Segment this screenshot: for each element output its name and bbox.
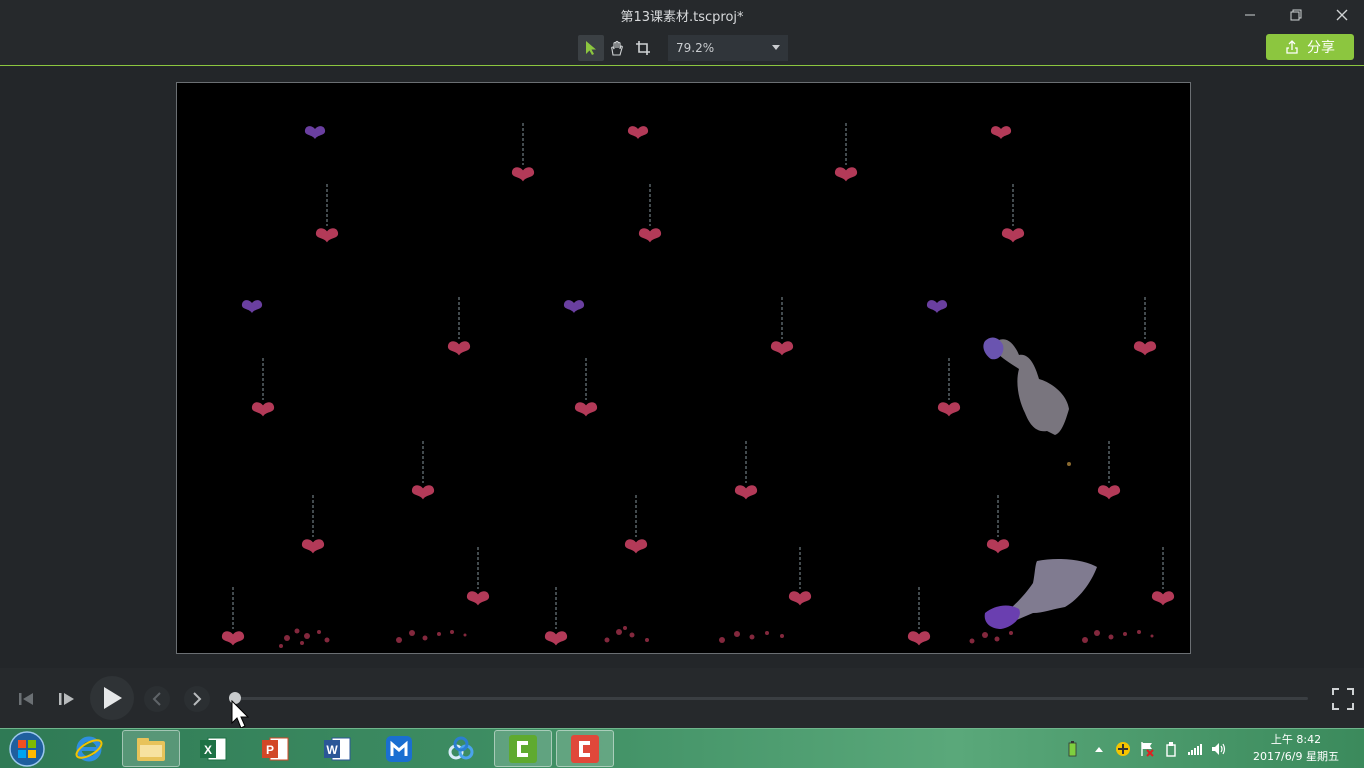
crop-icon: [636, 41, 650, 55]
close-icon: [1336, 9, 1348, 21]
mouse-cursor-icon: [231, 700, 250, 729]
minimize-icon: [1245, 14, 1255, 16]
zoom-dropdown[interactable]: 79.2%: [668, 35, 788, 61]
step-back-icon: [19, 693, 33, 705]
step-forward-button[interactable]: [54, 686, 80, 712]
camtasia-red-icon: [571, 734, 599, 763]
share-label: 分享: [1307, 40, 1335, 56]
maxthon-icon: [386, 735, 412, 762]
pan-hand-icon: [611, 40, 623, 56]
goldfish-lower: [984, 559, 1097, 629]
start-button[interactable]: [0, 730, 54, 767]
previous-marker-button[interactable]: [144, 686, 170, 712]
share-icon: [1286, 40, 1298, 54]
fullscreen-button[interactable]: [1330, 686, 1356, 712]
windows-taskbar: X P W 上午 8:42 2017/6/9 星期五: [0, 728, 1364, 768]
canvas-artwork: [177, 83, 1191, 648]
clock-time: 上午 8:42: [1270, 733, 1322, 746]
tray-volume[interactable]: [1210, 739, 1228, 759]
start-orb-icon: [9, 730, 45, 767]
next-marker-icon: [193, 692, 202, 706]
taskbar-camtasia-editor[interactable]: [556, 730, 614, 767]
tray-action-center[interactable]: [1138, 739, 1156, 759]
volume-icon: [1212, 743, 1226, 755]
svg-text:W: W: [326, 743, 338, 757]
restore-icon: [1290, 9, 1302, 21]
minimize-button[interactable]: [1230, 4, 1270, 26]
goldfish-upper: [983, 337, 1071, 466]
step-forward-icon: [59, 693, 74, 705]
taskbar-clock[interactable]: 上午 8:42 2017/6/9 星期五: [1240, 731, 1352, 765]
svg-text:X: X: [204, 743, 212, 757]
clock-date: 2017/6/9 星期五: [1253, 750, 1339, 763]
taskbar-baidu-cloud[interactable]: [432, 730, 490, 767]
chevron-down-icon: [772, 45, 780, 50]
play-button[interactable]: [90, 676, 134, 720]
share-button[interactable]: 分享: [1266, 34, 1354, 60]
video-canvas[interactable]: [176, 82, 1191, 654]
word-icon: W: [324, 737, 351, 760]
powerpoint-icon: P: [262, 737, 289, 760]
window-title: 第13课素材.tscproj*: [620, 10, 744, 25]
zoom-value: 79.2%: [676, 41, 715, 55]
svg-text:P: P: [266, 743, 274, 757]
internet-explorer-icon: [75, 736, 103, 761]
network-icon: [1188, 744, 1202, 755]
battery-icon: [1068, 741, 1077, 757]
timeline-scrubber[interactable]: [236, 697, 1308, 700]
taskbar-internet-explorer[interactable]: [60, 730, 118, 767]
pan-tool-button[interactable]: [604, 35, 630, 61]
canvas-tools: [578, 35, 656, 61]
taskbar-camtasia-recorder[interactable]: [494, 730, 552, 767]
taskbar-maxthon[interactable]: [370, 730, 428, 767]
fullscreen-icon: [1332, 688, 1354, 710]
tray-usb[interactable]: [1162, 739, 1180, 759]
title-bar: 第13课素材.tscproj* 79.2% 分享: [0, 0, 1364, 66]
tray-network[interactable]: [1186, 739, 1204, 759]
taskbar-file-explorer[interactable]: [122, 730, 180, 767]
tray-update[interactable]: [1114, 739, 1132, 759]
taskbar-excel[interactable]: X: [184, 730, 242, 767]
camtasia-green-icon: [509, 734, 537, 763]
play-icon: [104, 687, 122, 709]
flag-icon: [1141, 742, 1154, 757]
taskbar-powerpoint[interactable]: P: [246, 730, 304, 767]
tray-battery[interactable]: [1064, 739, 1080, 759]
tray-show-hidden[interactable]: [1092, 739, 1106, 759]
next-marker-button[interactable]: [184, 686, 210, 712]
previous-marker-icon: [152, 692, 161, 706]
excel-icon: X: [200, 737, 227, 760]
crop-tool-button[interactable]: [630, 35, 656, 61]
show-hidden-icon: [1095, 747, 1103, 752]
update-icon: [1116, 742, 1130, 756]
usb-icon: [1166, 742, 1176, 757]
step-back-button[interactable]: [14, 686, 40, 712]
close-button[interactable]: [1322, 4, 1362, 26]
petal-clusters: [279, 626, 1154, 648]
select-arrow-icon: [586, 41, 596, 55]
baidu-cloud-icon: [448, 736, 474, 759]
taskbar-word[interactable]: W: [308, 730, 366, 767]
select-tool-button[interactable]: [578, 35, 604, 61]
file-explorer-icon: [137, 737, 165, 761]
restore-button[interactable]: [1276, 4, 1316, 26]
